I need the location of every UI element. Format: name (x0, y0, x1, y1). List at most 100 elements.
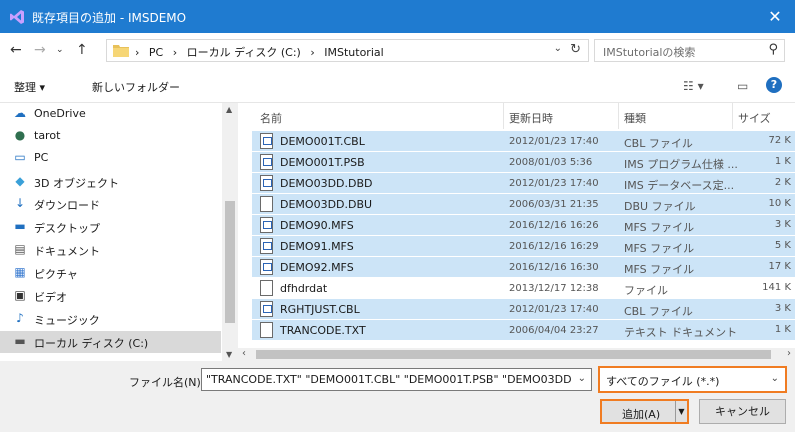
nav-item[interactable]: ▤ ドキュメント (0, 239, 221, 261)
nav-scrollbar[interactable]: ▲ ▼ (222, 103, 238, 361)
file-row[interactable]: DEMO03DD.DBU 2006/03/31 21:35 DBU ファイル 10 K (252, 194, 795, 214)
file-row[interactable]: dfhdrdat 2013/12/17 12:38 ファイル 141 K (252, 278, 795, 298)
chevron-down-icon[interactable]: ⌄ (771, 373, 779, 384)
column-divider[interactable] (503, 103, 504, 129)
chevron-down-icon[interactable]: ⌄ (578, 373, 586, 384)
nav-item[interactable]: ↓ ダウンロード (0, 193, 221, 215)
scroll-thumb[interactable] (225, 201, 235, 323)
breadcrumb-imstutorial[interactable]: IMStutorial (324, 46, 383, 59)
column-header-type[interactable]: 種類 (624, 103, 734, 129)
nav-item[interactable]: ▣ ビデオ (0, 285, 221, 307)
nav-item[interactable]: ♪ ミュージック (0, 308, 221, 330)
recent-locations-icon[interactable]: ⌄ (56, 45, 64, 55)
scroll-up-icon[interactable]: ▲ (226, 105, 232, 114)
file-date: 2012/01/23 17:40 (509, 304, 599, 315)
pc-icon: ▭ (14, 150, 26, 164)
address-row: ← → ⌄ ↑ › PC › ローカル ディスク (C:) › IMStutor… (0, 33, 795, 69)
breadcrumb-pc[interactable]: PC (149, 46, 163, 59)
breadcrumb-local-disk[interactable]: ローカル ディスク (C:) (187, 46, 301, 59)
pictures-icon: ▦ (14, 265, 26, 279)
file-size: 1 K (774, 324, 791, 335)
column-header-label: サイズ (738, 112, 771, 125)
change-view-icon[interactable]: ☷ ▾ (683, 79, 704, 93)
file-icon (260, 259, 273, 275)
organize-button[interactable]: 整理 ▾ (14, 79, 45, 95)
file-row[interactable]: DEMO001T.PSB 2008/01/03 5:36 IMS プログラム仕様 .… (252, 152, 795, 172)
breadcrumb-separator[interactable]: › (135, 46, 139, 59)
forward-arrow-icon[interactable]: → (34, 42, 46, 58)
close-button[interactable]: ✕ (755, 0, 795, 33)
local-disk-icon: ▬ (14, 334, 26, 348)
file-size: 3 K (774, 303, 791, 314)
nav-item[interactable]: ▬ ローカル ディスク (C:) (0, 331, 221, 353)
file-type: CBL ファイル (624, 137, 693, 150)
up-arrow-icon[interactable]: ↑ (76, 42, 88, 58)
file-row[interactable]: RGHTJUST.CBL 2012/01/23 17:40 CBL ファイル 3 K (252, 299, 795, 319)
filename-input[interactable]: "TRANCODE.TXT" "DEMO001T.CBL" "DEMO001T.… (201, 368, 592, 391)
add-button[interactable]: 追加(A) ▼ (600, 399, 689, 424)
file-size: 72 K (768, 135, 791, 146)
column-divider[interactable] (618, 103, 619, 129)
column-header-size[interactable]: サイズ (738, 103, 788, 129)
file-name: DEMO001T.PSB (280, 156, 365, 169)
column-header-date[interactable]: 更新日時 (509, 103, 619, 129)
filename-value[interactable]: "TRANCODE.TXT" "DEMO001T.CBL" "DEMO001T.… (206, 373, 572, 386)
cancel-button[interactable]: キャンセル (699, 399, 786, 424)
scroll-right-icon[interactable]: › (787, 348, 791, 359)
breadcrumb-separator[interactable]: › (173, 46, 177, 59)
nav-item[interactable]: ▬ デスクトップ (0, 216, 221, 238)
file-type-filter[interactable]: すべてのファイル (*.*) ⌄ (598, 366, 787, 393)
file-row[interactable]: DEMO92.MFS 2016/12/16 16:30 MFS ファイル 17 K (252, 257, 795, 277)
address-bar[interactable]: › PC › ローカル ディスク (C:) › IMStutorial ⌄ ↻ (106, 39, 589, 62)
breadcrumb-separator[interactable]: › (310, 46, 314, 59)
scroll-left-icon[interactable]: ‹ (242, 348, 246, 359)
file-type: MFS ファイル (624, 242, 695, 255)
search-box[interactable]: IMStutorialの検索 ⚲ (594, 39, 785, 62)
music-icon: ♪ (16, 311, 24, 325)
file-date: 2016/12/16 16:29 (509, 241, 599, 252)
new-folder-button[interactable]: 新しいフォルダー (92, 79, 180, 95)
help-icon[interactable]: ? (766, 77, 782, 93)
nav-item-label: ドキュメント (34, 245, 100, 258)
file-list: 名前 更新日時 種類 サイズ DEMO001T.CBL 2012/01/23 17… (238, 103, 795, 361)
scroll-thumb[interactable] (256, 350, 771, 359)
file-row[interactable]: TRANCODE.TXT 2006/04/04 23:27 テキスト ドキュメント 1… (252, 320, 795, 340)
file-name: DEMO03DD.DBU (280, 198, 373, 211)
nav-item[interactable]: ▦ ピクチャ (0, 262, 221, 284)
documents-icon: ▤ (14, 242, 26, 256)
file-size: 17 K (768, 261, 791, 272)
nav-item[interactable]: ◆ 3D オブジェクト (0, 171, 221, 193)
file-row[interactable]: DEMO03DD.DBD 2012/01/23 17:40 IMS データベース定.… (252, 173, 795, 193)
3d-objects-icon: ◆ (15, 174, 25, 188)
file-name: DEMO92.MFS (280, 261, 354, 274)
nav-item-label: ビデオ (34, 291, 67, 304)
preview-pane-icon[interactable]: ▭ (737, 79, 748, 93)
file-row[interactable]: DEMO91.MFS 2016/12/16 16:29 MFS ファイル 5 K (252, 236, 795, 256)
breadcrumb: › PC › ローカル ディスク (C:) › IMStutorial (135, 44, 390, 60)
add-dropdown-icon[interactable]: ▼ (675, 401, 687, 422)
chevron-down-icon[interactable]: ⌄ (554, 43, 562, 54)
search-icon[interactable]: ⚲ (768, 42, 778, 57)
add-button-label: 追加(A) (622, 408, 661, 421)
toolbar: 整理 ▾ 新しいフォルダー ☷ ▾ ▭ ? (0, 69, 795, 103)
filter-value: すべてのファイル (*.*) (606, 375, 720, 388)
nav-item[interactable]: ● tarot (0, 125, 221, 147)
desktop-icon: ▬ (14, 219, 26, 233)
nav-item-label: PC (34, 151, 49, 164)
horizontal-scrollbar[interactable]: ‹ › (238, 348, 795, 361)
refresh-icon[interactable]: ↻ (570, 42, 581, 57)
file-row[interactable]: DEMO001T.CBL 2012/01/23 17:40 CBL ファイル 72 K (252, 131, 795, 151)
nav-item-label: デスクトップ (34, 222, 100, 235)
nav-item[interactable]: ▭ PC (0, 147, 221, 169)
file-icon (260, 154, 273, 170)
back-arrow-icon[interactable]: ← (10, 42, 22, 58)
nav-item-label: ローカル ディスク (C:) (34, 337, 149, 350)
nav-item[interactable]: ☁ OneDrive (0, 103, 221, 125)
column-header-name[interactable]: 名前 (260, 103, 500, 129)
file-icon (260, 196, 273, 212)
file-row[interactable]: DEMO90.MFS 2016/12/16 16:26 MFS ファイル 3 K (252, 215, 795, 235)
file-icon (260, 175, 273, 191)
scroll-down-icon[interactable]: ▼ (226, 350, 232, 359)
column-divider[interactable] (732, 103, 733, 129)
nav-item-label: ピクチャ (34, 268, 78, 281)
